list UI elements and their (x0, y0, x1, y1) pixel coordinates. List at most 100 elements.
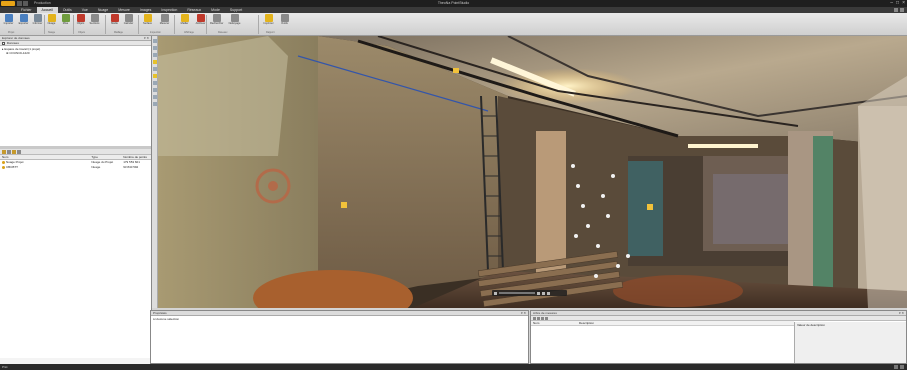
ribbon-button-label: Nuage (47, 22, 56, 25)
ribbon-button-label: Sections (89, 22, 100, 25)
status-icons (894, 364, 904, 369)
pan-icon[interactable] (153, 46, 157, 50)
maximize-icon[interactable]: □ (896, 0, 899, 7)
ribbon-button-label: Informer (32, 22, 43, 25)
stop-icon[interactable] (547, 291, 550, 295)
ribbon-button[interactable]: Exporter (17, 14, 30, 31)
checkbox[interactable] (2, 41, 5, 45)
cloud-grid: Nom Type Nombre de points Nuage Projet N… (0, 155, 151, 358)
ribbon-button-icon (4, 14, 13, 22)
settings-icon[interactable] (900, 8, 904, 12)
ribbon-button-icon (124, 14, 133, 22)
ribbon-button-icon (180, 14, 189, 22)
column-header[interactable]: Type (89, 155, 121, 159)
cloud-icon[interactable] (12, 150, 16, 154)
column-header[interactable]: Description (577, 321, 677, 325)
properties-body: ⊟ Aucune sélection (153, 317, 180, 321)
ribbon-button-icon (264, 14, 273, 22)
ribbon-button[interactable]: Nuage (45, 14, 58, 31)
remove-icon[interactable] (17, 150, 21, 154)
pin-icon[interactable]: ▾ ✕ (144, 36, 149, 41)
select-icon[interactable] (153, 74, 157, 78)
cloud-dot-icon (2, 165, 5, 169)
panel-header: Arbre de mesures ▾ ✕ (531, 311, 906, 316)
ribbon-button[interactable]: Outils (278, 14, 291, 31)
delete-measure-icon[interactable] (537, 317, 540, 320)
help-icon[interactable] (894, 8, 898, 12)
clip-icon[interactable] (153, 81, 157, 85)
panel-title: Propriétés (153, 311, 167, 315)
add-icon[interactable] (7, 150, 11, 154)
column-header[interactable]: Nom (0, 155, 89, 159)
column-header[interactable]: Nom (531, 321, 577, 325)
ribbon-group-label: Inspection (150, 31, 161, 34)
properties-panel: Propriétés ▾ ✕ ⊟ Aucune sélection (150, 310, 529, 364)
new-measure-icon[interactable] (533, 317, 536, 320)
ribbon-button-icon (143, 14, 152, 22)
orbit-icon[interactable] (153, 39, 157, 43)
notification-icon[interactable] (894, 365, 898, 369)
ribbon-button[interactable]: Sections (88, 14, 101, 31)
ribbon-button-icon (47, 14, 56, 22)
measure-icon[interactable] (153, 88, 157, 92)
ribbon-group-label: Objets (78, 31, 85, 34)
network-icon[interactable] (900, 365, 904, 369)
ribbon-button[interactable]: Rechercher (210, 14, 223, 31)
pin-icon[interactable]: ▾ ✕ (521, 311, 526, 316)
minimize-icon[interactable]: – (890, 0, 893, 7)
ribbon-button[interactable]: Maille (108, 14, 121, 31)
ribbon-button-icon (280, 14, 289, 22)
walk-icon[interactable] (153, 67, 157, 71)
ribbon-button-label: Importer (3, 22, 14, 25)
cloud-dot-icon (2, 160, 5, 164)
ribbon-button[interactable]: Imprimer (262, 14, 275, 31)
measures-grid-header: Nom Description (531, 321, 794, 326)
ribbon-group-label: Rapport (266, 31, 275, 34)
tree-item-project[interactable]: ⊕ COUNCIL1220 (2, 51, 149, 55)
ribbon-button[interactable]: Informer (31, 14, 44, 31)
ribbon-separator (105, 15, 106, 34)
ribbon-button[interactable]: Nettoyage (228, 14, 241, 31)
ribbon-button-icon (196, 14, 205, 22)
step-back-icon[interactable] (537, 291, 540, 295)
folder-icon[interactable] (2, 150, 6, 154)
camera-icon[interactable] (153, 95, 157, 99)
ribbon-button-icon (160, 14, 169, 22)
ribbon-button[interactable]: Importer (2, 14, 15, 31)
window-title: TheoNa PointStudio (437, 1, 470, 5)
tree-item-label: COUNCIL1220 (9, 51, 30, 55)
ribbon-button[interactable]: Mailler (178, 14, 191, 31)
panel-title: Arbre de mesures (533, 311, 557, 315)
table-row[interactable]: CBCBTT Nuage 93 840 592 (0, 165, 151, 170)
pin-icon[interactable]: ▾ ✕ (899, 311, 904, 316)
ribbon-separator (73, 15, 74, 34)
ribbon-button-label: Rechercher (210, 22, 224, 25)
ribbon-separator (174, 15, 175, 34)
fit-icon[interactable] (153, 60, 157, 64)
export-measure-icon[interactable] (541, 317, 544, 320)
point-cloud-scene (158, 36, 907, 308)
close-icon[interactable]: × (902, 0, 905, 7)
ribbon: Importer Exporter Informer Nuage Mise Objets S… (0, 13, 907, 36)
light-icon[interactable] (153, 102, 157, 106)
data-explorer-panel: Explorer de données ▾ ✕ Données ▸ Espace… (0, 36, 152, 364)
ribbon-button[interactable]: Calculer (122, 14, 135, 31)
point-cloud-viewport[interactable] (158, 36, 907, 308)
zoom-icon[interactable] (153, 53, 157, 57)
description-panel: Valeur de description (794, 322, 906, 363)
ribbon-button[interactable]: Mesurer (158, 14, 171, 31)
panel-title: Explorer de données (2, 36, 30, 40)
ribbon-button[interactable]: Surface (141, 14, 154, 31)
cell-text: Nuage Projet (6, 160, 24, 164)
column-header[interactable]: Nombre de points (121, 155, 151, 159)
timeline-slider[interactable] (499, 292, 535, 294)
ribbon-button[interactable]: Objets (74, 14, 87, 31)
viewer-navigation-toolbar (492, 290, 567, 296)
ribbon-button-icon (212, 14, 221, 22)
play-icon[interactable] (494, 291, 497, 295)
ribbon-button[interactable]: Mise (59, 14, 72, 31)
filter-icon[interactable] (545, 317, 548, 320)
step-forward-icon[interactable] (542, 291, 545, 295)
ribbon-button-label: Nettoyage (228, 22, 241, 25)
properties-empty-text: Aucune sélection (156, 317, 180, 321)
